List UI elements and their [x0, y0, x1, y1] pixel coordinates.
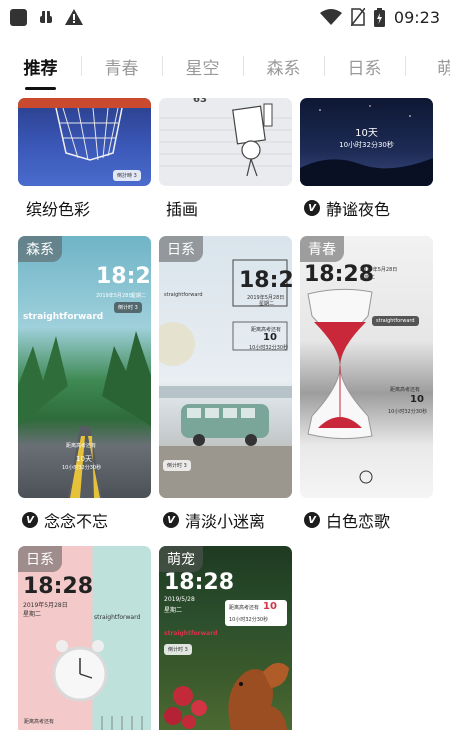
wp-time: 18:28 [23, 574, 94, 599]
wp-badge: 倒计时 3 [114, 302, 142, 313]
badge: 倒計時 3 [113, 170, 141, 181]
illustration-number: 63 [193, 98, 207, 105]
tab-forest[interactable]: 森系 [243, 54, 324, 79]
wp-event: 距离高考还有 [390, 387, 421, 393]
caption-text: 念念不忘 [44, 512, 109, 531]
wp-event: 距离高考还有 [24, 719, 55, 725]
wallpaper-thumb-squirrel[interactable]: 萌宠 18:28 2019/5/28 星期二 距离高考还有 10 10小时32分… [159, 546, 292, 730]
wallpaper-thumb-night[interactable]: 10天 10小时32分30秒 [300, 98, 433, 186]
wallpaper-thumb-clock[interactable]: 日系 18:28 2019年5月28日 星期二 straightforward … [18, 546, 151, 730]
wp-brand: straightforward [23, 312, 104, 322]
tab-starry[interactable]: 星空 [162, 54, 243, 79]
wp-brand: straightforward [164, 292, 203, 298]
wp-weekday: 星期二 [259, 301, 275, 307]
caption-hourglass: V 白色恋歌 [304, 508, 390, 532]
wp-weekday: 星期二 [164, 607, 183, 614]
tag-chip: 萌宠 [159, 546, 203, 572]
clock: 09:23 [393, 7, 440, 27]
wp-countdown: 10小时32分30秒 [62, 465, 102, 471]
night-countdown: 10小时32分30秒 [339, 141, 394, 149]
tag-chip: 青春 [300, 236, 344, 262]
caption-colorful: 缤纷色彩 [26, 196, 90, 220]
wp-brand: straightforward [164, 630, 218, 637]
caption-text: 缤纷色彩 [26, 200, 91, 219]
caption-text: 插画 [166, 200, 199, 219]
vip-badge-icon: V [304, 512, 320, 528]
wp-weekday: 星期二 [23, 611, 42, 618]
wp-date: 2019年5月28日 [96, 293, 134, 299]
wp-brand: straightforward [372, 316, 419, 326]
caption-text: 清淡小迷离 [185, 512, 266, 531]
warning-icon [65, 9, 83, 25]
wp-countdown: 10小时32分30秒 [229, 617, 269, 623]
wp-date: 2019/5/28 [164, 596, 195, 603]
tag-chip: 森系 [18, 236, 62, 262]
wp-days: 10 [263, 601, 277, 612]
wp-date: 2019年5月28日 [360, 267, 398, 273]
tab-japanese[interactable]: 日系 [324, 54, 405, 79]
wallpaper-thumb-colorful[interactable]: 倒計時 3 [18, 98, 151, 186]
wp-time: 18:28 [239, 268, 292, 293]
wallpaper-thumb-bus[interactable]: 日系 18:28 2019年5月28日 星期二 straightforward … [159, 236, 292, 498]
wp-event: 距离高考还有 [66, 443, 97, 449]
vip-badge-icon: V [22, 512, 38, 528]
tab-cute[interactable]: 萌 [405, 54, 450, 79]
status-bar: 09:23 [0, 0, 450, 34]
wp-badge: 倒计时 3 [163, 460, 191, 471]
no-sim-icon [350, 8, 365, 26]
vip-badge-icon: V [163, 512, 179, 528]
caption-text: 白色恋歌 [326, 512, 391, 531]
vip-badge-icon: V [304, 200, 320, 216]
wallpaper-thumb-hourglass[interactable]: 青春 18:28 2019年5月28日 星期二 straightforward … [300, 236, 433, 498]
app-square-icon [10, 8, 27, 26]
tag-chip: 日系 [159, 236, 203, 262]
battery-icon [373, 7, 385, 27]
wifi-icon [319, 9, 342, 25]
wp-time: 18:28 [96, 264, 151, 289]
night-days: 10天 [355, 128, 378, 139]
wp-countdown: 10小时32分30秒 [249, 345, 289, 351]
wallpaper-thumb-forest[interactable]: 森系 18:28 2019年5月28日 星期二 倒计时 3 straightfo… [18, 236, 151, 498]
wp-days: 10 [410, 394, 424, 405]
wallpaper-thumb-illustration[interactable]: 63 [159, 98, 292, 186]
caption-bus: V 清淡小迷离 [163, 508, 265, 532]
tab-youth[interactable]: 青春 [81, 54, 162, 79]
wp-brand: straightforward [94, 614, 141, 621]
wp-time: 18:28 [164, 570, 235, 595]
caption-night: V 静谧夜色 [304, 196, 390, 220]
wp-date: 2019年5月28日 [23, 602, 68, 609]
tab-recommend[interactable]: 推荐 [0, 54, 81, 79]
bug-icon [37, 8, 55, 26]
wp-badge: 倒计时 3 [164, 644, 192, 655]
wp-countdown: 10小时32分30秒 [388, 409, 428, 415]
wp-days: 10天 [76, 455, 92, 463]
caption-forest: V 念念不忘 [22, 508, 108, 532]
wp-weekday: 星期二 [360, 275, 376, 281]
wp-days: 10 [263, 332, 277, 343]
active-tab-indicator [25, 87, 56, 90]
wp-event: 距离高考还有 [229, 605, 260, 611]
caption-text: 静谧夜色 [326, 200, 391, 219]
wp-weekday: 星期二 [131, 293, 147, 299]
countdown-card: 距离高考还有 10 10小时32分30秒 [225, 600, 287, 626]
tag-chip: 日系 [18, 546, 62, 572]
category-tabs: 推荐 青春 星空 森系 日系 萌 [0, 44, 450, 88]
caption-illustration: 插画 [166, 196, 198, 220]
illustration-image [159, 103, 292, 177]
